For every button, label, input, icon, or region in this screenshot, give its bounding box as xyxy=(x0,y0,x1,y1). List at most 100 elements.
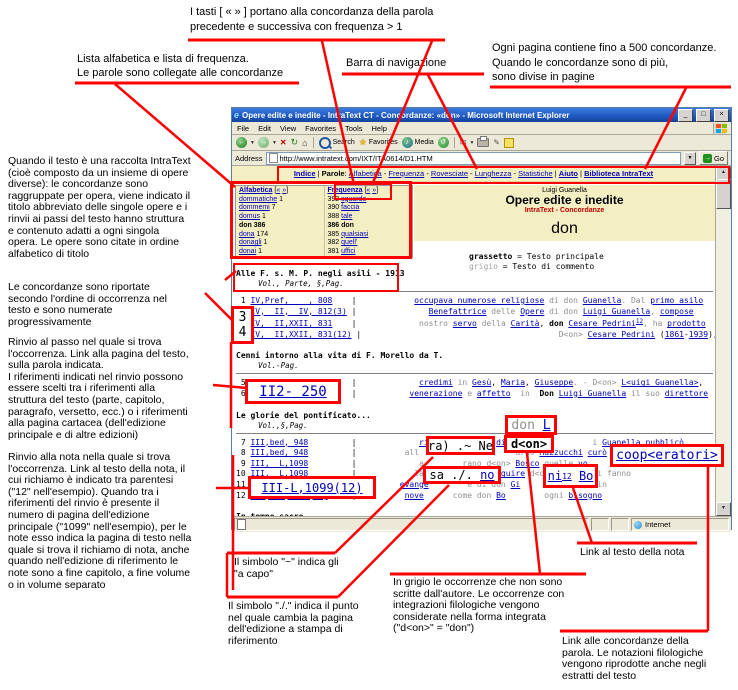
favorites-button[interactable]: ★Favorites xyxy=(358,137,399,148)
back-dropdown-icon[interactable]: ▼ xyxy=(250,140,255,146)
text-link[interactable]: occupava numerose religiose xyxy=(414,296,544,305)
text-link[interactable]: Giuseppe xyxy=(535,378,574,387)
text-run: D<on> xyxy=(559,330,588,339)
callout-cooperatori: coop<eratori> xyxy=(610,444,724,467)
text-run: di don xyxy=(544,296,583,305)
text-run: , xyxy=(698,378,703,387)
favorites-star-icon: ★ xyxy=(359,137,367,148)
history-button[interactable]: ↺ xyxy=(437,137,450,148)
refresh-icon: ↻ xyxy=(291,137,299,148)
menu-favorites[interactable]: Favorites xyxy=(305,124,336,133)
menu-tools[interactable]: Tools xyxy=(345,124,363,133)
media-button[interactable]: ♪Media xyxy=(401,137,435,148)
text-link[interactable]: L<uigi Guanella> xyxy=(621,378,698,387)
text-link[interactable]: Benefattrice xyxy=(429,307,487,316)
forward-dropdown-icon[interactable]: ▼ xyxy=(272,140,277,146)
text-link[interactable]: Guanella xyxy=(583,296,622,305)
callout-number: 4 xyxy=(239,325,247,340)
text-link[interactable]: primo asilo xyxy=(650,296,703,305)
home-button[interactable]: ⌂ xyxy=(301,138,308,148)
text-link[interactable]: Opere xyxy=(520,307,544,316)
text-link[interactable]: 12 xyxy=(636,318,643,325)
edit-button[interactable]: ✎ xyxy=(492,138,501,147)
menu-edit[interactable]: Edit xyxy=(258,124,271,133)
concordance-section: In tempo sacro...Vol.,§,Pag. xyxy=(236,512,713,516)
text-link[interactable]: Luigi Guanella xyxy=(559,389,626,398)
text-run: ogni xyxy=(506,491,569,500)
text-link[interactable]: affetto xyxy=(477,389,511,398)
menu-file[interactable]: File xyxy=(237,124,249,133)
text-link[interactable]: servo xyxy=(453,319,477,328)
text-run: , xyxy=(525,378,535,387)
discuss-icon xyxy=(504,138,514,148)
text-link[interactable]: Gi xyxy=(511,480,521,489)
text-link[interactable]: Maria xyxy=(501,378,525,387)
status-bar: Internet xyxy=(232,516,731,532)
text-link[interactable]: 1861 xyxy=(665,330,684,339)
text-link[interactable]: Cesare Pedrini xyxy=(568,319,635,328)
close-button[interactable]: × xyxy=(714,109,729,122)
go-button[interactable]: → Go xyxy=(699,151,728,165)
text-link[interactable]: curò xyxy=(588,448,607,457)
ref-link[interactable]: III, L,1098 xyxy=(250,459,308,468)
text-link[interactable]: Bosco xyxy=(515,459,539,468)
text-link[interactable]: Bo xyxy=(496,491,506,500)
stop-button[interactable]: ✕ xyxy=(279,138,288,147)
ref-link[interactable]: IV, II, IV, 812(3) xyxy=(250,307,346,316)
annotation-nav-bar: Barra di navigazione xyxy=(346,58,446,70)
refresh-button[interactable]: ↻ xyxy=(290,137,300,148)
text-link[interactable]: bisogno xyxy=(568,491,602,500)
address-dropdown-icon[interactable]: ▼ xyxy=(684,152,696,165)
callout-row-numbers: 3 4 xyxy=(231,306,254,344)
address-input[interactable]: http://www.intratext.com/IXT/ITA0614/D1.… xyxy=(266,152,681,165)
annotation-passage-ref: Rinvio al passo nel quale si trova l'occ… xyxy=(8,337,240,441)
text-link[interactable]: prodotto xyxy=(667,319,706,328)
toolbar-separator xyxy=(313,137,314,148)
section-title: In tempo sacro... xyxy=(236,512,713,516)
minimize-button[interactable]: _ xyxy=(678,109,693,122)
text-link[interactable]: Cesare Pedrini xyxy=(588,330,655,339)
ref-link[interactable]: III,bed, 948 xyxy=(250,438,308,447)
section-divider xyxy=(236,433,713,434)
highlight-section-title xyxy=(233,263,399,292)
ref-link[interactable]: IV, II,XXII, 831(12) xyxy=(250,330,351,339)
text-run: , xyxy=(650,307,660,316)
callout-number: 3 xyxy=(239,310,247,325)
ref-link[interactable]: III,bed, 948 xyxy=(250,448,308,457)
search-button[interactable]: Search xyxy=(318,137,356,149)
text-link[interactable]: nove xyxy=(405,491,424,500)
text-run: ), xyxy=(708,330,715,339)
discuss-button[interactable] xyxy=(503,138,515,148)
text-link[interactable]: Carità xyxy=(511,319,540,328)
highlight-nav-bar xyxy=(277,166,730,184)
annotation-prev-next-keys: I tasti [ « » ] portano alla concordanza… xyxy=(190,5,480,35)
ie-icon: e xyxy=(234,111,239,120)
back-icon: ← xyxy=(236,137,247,148)
forward-button[interactable]: → xyxy=(257,137,270,148)
print-button[interactable] xyxy=(476,138,490,147)
text-link[interactable]: Gesù xyxy=(472,378,491,387)
text-link[interactable]: Luigi Guanella xyxy=(583,307,650,316)
mail-button[interactable]: ✉ xyxy=(459,138,468,147)
scroll-down-icon[interactable]: ▼ xyxy=(716,502,731,516)
back-button[interactable]: ← xyxy=(235,137,248,148)
text-link[interactable]: credimi xyxy=(419,378,453,387)
menu-view[interactable]: View xyxy=(280,124,296,133)
ref-link[interactable]: IV,Pref, , 808 xyxy=(250,296,332,305)
text-link[interactable]: direttore xyxy=(665,389,708,398)
text-link[interactable]: compose xyxy=(660,307,694,316)
status-cell xyxy=(611,518,629,531)
title-bar[interactable]: e Opere edite e inedite - IntraText CT -… xyxy=(232,108,731,122)
legend-bold-key: grassetto xyxy=(469,252,512,261)
home-icon: ⌂ xyxy=(302,138,307,148)
callout-pagebreak: sa ./. no xyxy=(423,466,501,484)
mail-dropdown-icon[interactable]: ▼ xyxy=(469,140,474,146)
concordance-row: 4 IV, II,XXII, 831(12) | D<on> Cesare Pe… xyxy=(236,330,713,341)
text-link[interactable]: venerazione xyxy=(409,389,462,398)
menu-help[interactable]: Help xyxy=(372,124,387,133)
maximize-button[interactable]: □ xyxy=(696,109,711,122)
work-title: Opere edite e inedite xyxy=(414,194,715,207)
text-run: di don xyxy=(544,307,583,316)
text-link[interactable]: 1939 xyxy=(689,330,708,339)
ref-link[interactable]: IV, II,XXII, 831 xyxy=(250,319,332,328)
